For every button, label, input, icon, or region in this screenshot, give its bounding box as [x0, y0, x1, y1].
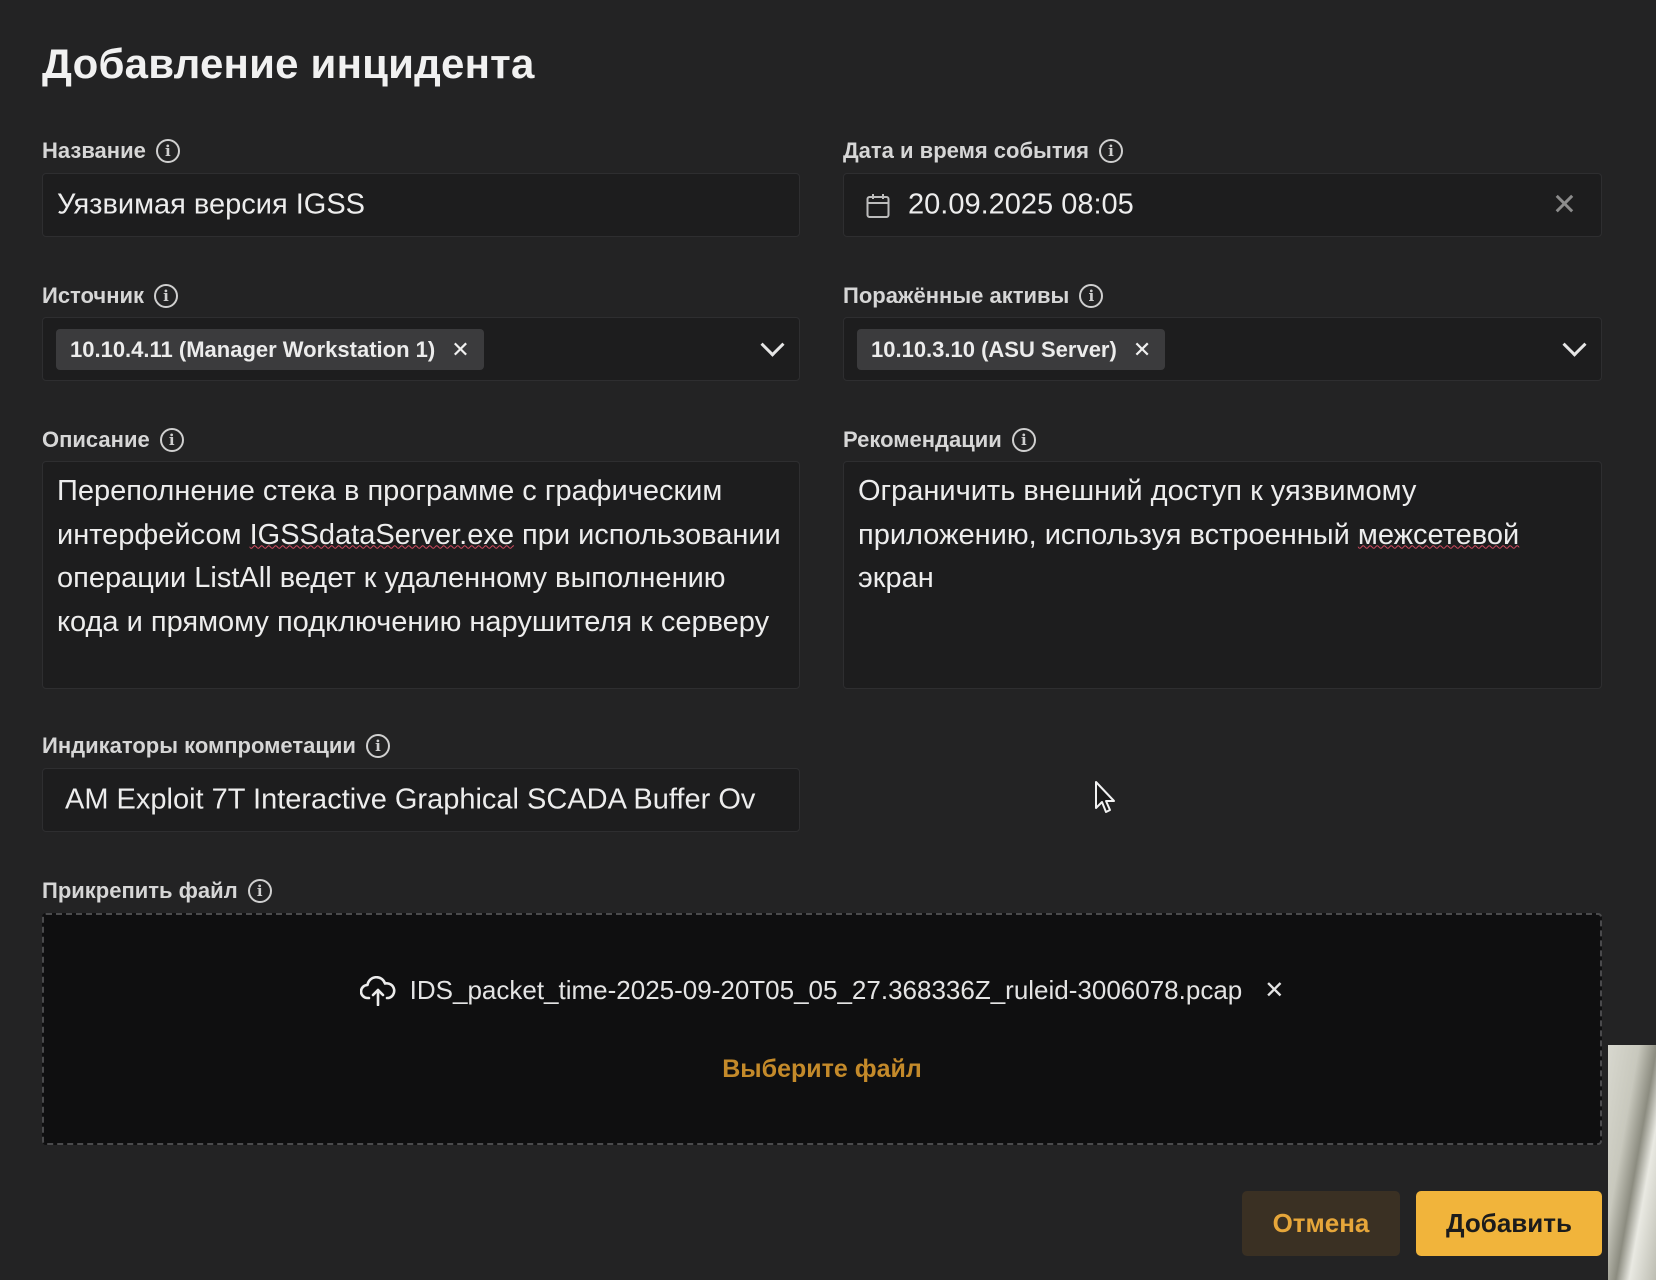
assets-select[interactable]: 10.10.3.10 (ASU Server) ✕ — [843, 317, 1602, 381]
close-icon[interactable]: ✕ — [1552, 188, 1577, 223]
close-icon[interactable]: ✕ — [1264, 976, 1284, 1005]
description-label: Описание i — [42, 427, 184, 453]
source-label: Источник i — [42, 283, 179, 309]
close-icon[interactable]: ✕ — [451, 337, 469, 363]
file-dropzone[interactable]: IDS_packet_time-2025-09-20T05_05_27.3683… — [42, 913, 1602, 1145]
dialog-title: Добавление инцидента — [42, 40, 535, 87]
assets-tag: 10.10.3.10 (ASU Server) ✕ — [857, 329, 1166, 370]
info-icon[interactable]: i — [247, 879, 272, 903]
recommendations-label: Рекомендации i — [843, 427, 1036, 453]
info-icon[interactable]: i — [155, 139, 180, 163]
info-icon[interactable]: i — [159, 428, 184, 452]
calendar-icon — [866, 194, 890, 218]
name-label: Название i — [42, 138, 180, 164]
description-text-part: IGSSdataServer.exe — [249, 518, 514, 551]
cloud-upload-icon — [359, 975, 396, 1006]
attachment-label: Прикрепить файл i — [42, 878, 272, 904]
datetime-value: 20.09.2025 08:05 — [908, 188, 1134, 221]
description-label-text: Описание — [42, 427, 150, 452]
recommendations-text-part: межсетевой — [1357, 518, 1520, 551]
info-icon[interactable]: i — [1079, 284, 1104, 308]
source-tag: 10.10.4.11 (Manager Workstation 1) ✕ — [56, 329, 484, 370]
info-icon[interactable]: i — [1011, 428, 1036, 452]
datetime-label-text: Дата и время события — [843, 138, 1089, 163]
source-tag-label: 10.10.4.11 (Manager Workstation 1) — [70, 336, 436, 362]
background-photo-edge — [1608, 1045, 1656, 1280]
ioc-label: Индикаторы компрометации i — [42, 733, 390, 759]
datetime-picker[interactable]: 20.09.2025 08:05 ✕ — [843, 173, 1602, 237]
assets-tag-label: 10.10.3.10 (ASU Server) — [871, 336, 1117, 362]
choose-file-link[interactable]: Выберите файл — [44, 1055, 1600, 1084]
name-label-text: Название — [42, 138, 146, 163]
ioc-value: AM Exploit 7T Interactive Graphical SCAD… — [65, 783, 756, 816]
recommendations-text-part: Ограничить внешний доступ к уязвимому пр… — [858, 475, 1417, 551]
recommendations-textarea[interactable]: Ограничить внешний доступ к уязвимому пр… — [843, 461, 1602, 689]
datetime-label: Дата и время события i — [843, 138, 1123, 164]
name-input-value: Уязвимая версия IGSS — [57, 188, 366, 221]
cancel-button[interactable]: Отмена — [1242, 1191, 1400, 1256]
add-incident-dialog: Добавление инцидента Название i Уязвимая… — [0, 0, 1656, 1280]
info-icon[interactable]: i — [154, 284, 179, 308]
ioc-input[interactable]: AM Exploit 7T Interactive Graphical SCAD… — [42, 768, 800, 832]
info-icon[interactable]: i — [365, 734, 390, 758]
recommendations-value: Ограничить внешний доступ к уязвимому пр… — [858, 470, 1587, 601]
name-input[interactable]: Уязвимая версия IGSS — [42, 173, 800, 237]
info-icon[interactable]: i — [1099, 139, 1123, 163]
close-icon[interactable]: ✕ — [1133, 337, 1151, 363]
attached-file-name: IDS_packet_time-2025-09-20T05_05_27.3683… — [409, 975, 1243, 1005]
mouse-cursor-icon — [1095, 781, 1115, 813]
attachment-label-text: Прикрепить файл — [42, 878, 238, 903]
assets-label-text: Поражённые активы — [843, 283, 1070, 308]
add-button[interactable]: Добавить — [1416, 1191, 1602, 1256]
recommendations-text-part: экран — [858, 562, 934, 594]
ioc-label-text: Индикаторы компрометации — [42, 733, 356, 758]
recommendations-label-text: Рекомендации — [843, 427, 1002, 452]
chevron-down-icon[interactable] — [1562, 332, 1587, 357]
description-textarea[interactable]: Переполнение стека в программе с графиче… — [42, 461, 800, 689]
description-value: Переполнение стека в программе с графиче… — [57, 470, 785, 644]
source-label-text: Источник — [42, 283, 145, 308]
attached-file: IDS_packet_time-2025-09-20T05_05_27.3683… — [44, 975, 1600, 1006]
source-select[interactable]: 10.10.4.11 (Manager Workstation 1) ✕ — [42, 317, 800, 381]
chevron-down-icon[interactable] — [760, 332, 785, 357]
assets-label: Поражённые активы i — [843, 283, 1104, 309]
